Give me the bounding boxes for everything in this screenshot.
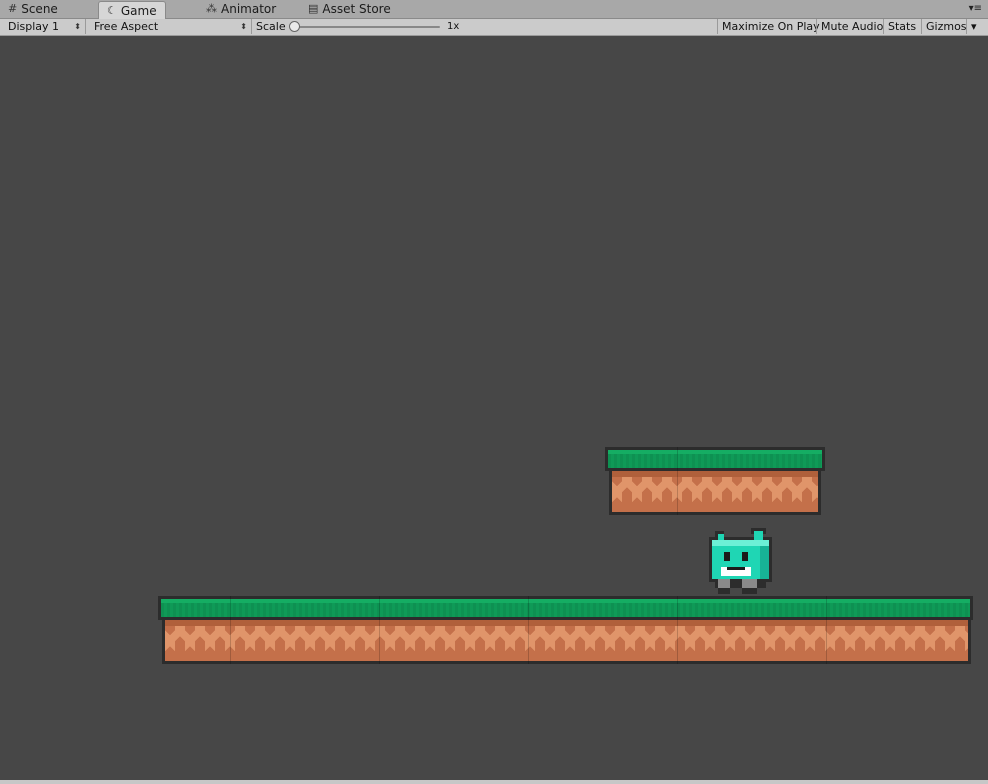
- updown-arrow-icon: ⬍: [240, 22, 247, 31]
- gizmos-toggle[interactable]: Gizmos: [921, 19, 971, 34]
- display-dropdown-value: Display 1: [8, 20, 60, 33]
- game-view-toolbar: Display 1 ⬍ Free Aspect ⬍ Scale 1x Maxim…: [0, 19, 988, 36]
- platform-dirt: [162, 620, 971, 664]
- tab-animator[interactable]: ⁂ Animator: [206, 1, 276, 17]
- tab-animator-label: Animator: [221, 2, 277, 16]
- display-dropdown[interactable]: Display 1 ⬍: [4, 19, 86, 34]
- scale-slider-track[interactable]: [294, 26, 440, 28]
- tab-options-icon[interactable]: ▾≡: [969, 3, 982, 14]
- stats-toggle[interactable]: Stats: [883, 19, 920, 34]
- player-character-sprite: [709, 528, 772, 594]
- upper-platform: [605, 447, 825, 519]
- tile-seam: [379, 596, 380, 664]
- platform-grass: [605, 447, 825, 471]
- tile-seam: [528, 596, 529, 664]
- game-controller-icon: ☾: [107, 3, 117, 17]
- aspect-dropdown[interactable]: Free Aspect ⬍: [90, 19, 252, 34]
- updown-arrow-icon: ⬍: [74, 22, 81, 31]
- tile-seam: [230, 596, 231, 664]
- tab-game[interactable]: ☾ Game: [98, 1, 166, 19]
- gizmos-dropdown-icon[interactable]: ▾: [966, 19, 980, 34]
- animator-icon: ⁂: [206, 2, 217, 15]
- editor-tab-bar: # Scene ☾ Game ⁂ Animator ▤ Asset Store …: [0, 0, 988, 19]
- game-viewport[interactable]: [0, 36, 988, 780]
- aspect-dropdown-value: Free Aspect: [94, 20, 159, 33]
- platform-grass: [158, 596, 973, 620]
- store-bag-icon: ▤: [308, 2, 319, 15]
- scale-slider-thumb[interactable]: [289, 21, 300, 32]
- tab-scene[interactable]: # Scene: [8, 1, 58, 17]
- tile-seam: [677, 447, 678, 515]
- grid-icon: #: [8, 2, 18, 15]
- scale-value: 1x: [447, 21, 460, 32]
- platform-dirt: [609, 471, 821, 515]
- tab-scene-label: Scene: [21, 2, 58, 16]
- tile-seam: [677, 596, 678, 664]
- scale-label: Scale: [256, 20, 286, 33]
- tab-asset-store-label: Asset Store: [322, 2, 391, 16]
- mute-audio-toggle[interactable]: Mute Audio: [816, 19, 887, 34]
- maximize-on-play-toggle[interactable]: Maximize On Play: [717, 19, 824, 34]
- ground-platform: [158, 596, 973, 668]
- tab-game-label: Game: [120, 3, 157, 18]
- bottom-edge: [0, 780, 988, 784]
- tab-asset-store[interactable]: ▤ Asset Store: [308, 1, 391, 17]
- tile-seam: [826, 596, 827, 664]
